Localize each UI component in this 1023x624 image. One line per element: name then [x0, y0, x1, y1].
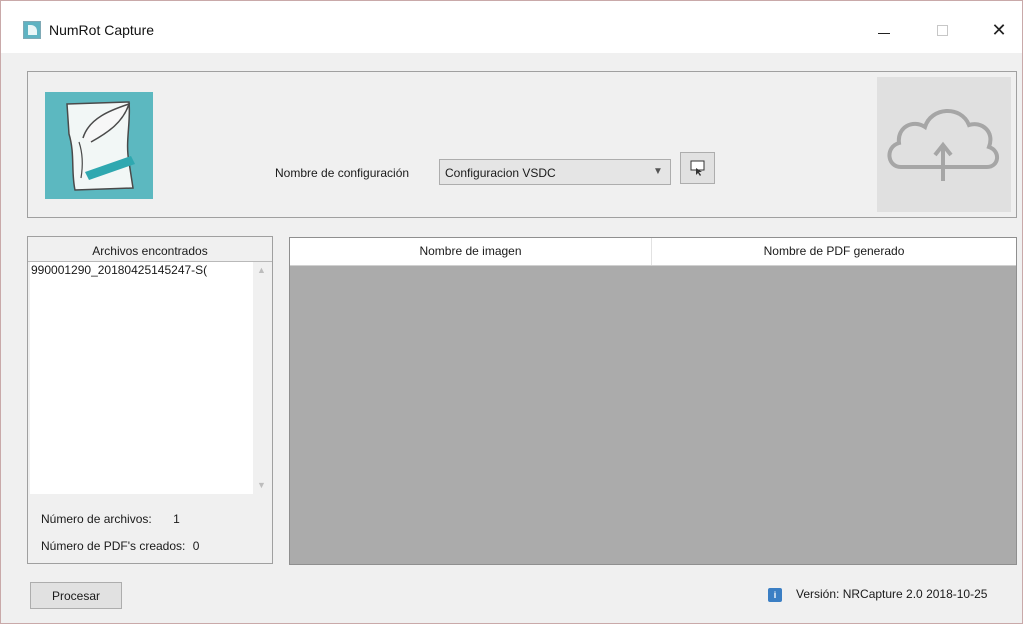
- app-window: NumRot Capture ✕ Nombre de configuración…: [0, 0, 1023, 624]
- version-text: Versión: NRCapture 2.0 2018-10-25: [796, 587, 988, 601]
- app-icon: [23, 21, 41, 39]
- config-label: Nombre de configuración: [275, 166, 410, 180]
- column-header-pdf-name[interactable]: Nombre de PDF generado: [652, 238, 1016, 265]
- files-panel: Archivos encontrados 990001290_201804251…: [27, 236, 273, 564]
- cloud-upload-panel: [877, 77, 1011, 212]
- results-grid[interactable]: Nombre de imagen Nombre de PDF generado: [289, 237, 1017, 565]
- process-button[interactable]: Procesar: [30, 582, 122, 609]
- maximize-button[interactable]: [919, 13, 965, 47]
- grid-header: Nombre de imagen Nombre de PDF generado: [290, 238, 1016, 266]
- title-bar[interactable]: NumRot Capture ✕: [1, 1, 1022, 53]
- pdf-count-value: 0: [192, 539, 200, 553]
- files-scrollbar[interactable]: ▲ ▼: [253, 262, 270, 494]
- pdf-count-row: Número de PDF's creados: 0: [41, 539, 199, 553]
- close-button[interactable]: ✕: [976, 13, 1022, 47]
- column-header-image-name[interactable]: Nombre de imagen: [290, 238, 652, 265]
- config-select[interactable]: Configuracion VSDC ▼: [439, 159, 671, 185]
- header-panel: Nombre de configuración Configuracion VS…: [27, 71, 1017, 218]
- minimize-button[interactable]: [861, 13, 907, 47]
- config-select-value: Configuracion VSDC: [445, 166, 556, 180]
- numrot-logo: [45, 92, 153, 199]
- file-count-row: Número de archivos: 1: [41, 512, 180, 526]
- config-capture-button[interactable]: [680, 152, 715, 184]
- maximize-icon: [936, 24, 948, 36]
- screen-capture-icon: [690, 160, 704, 176]
- info-icon: i: [768, 588, 782, 602]
- numrot-logo-graphic: [66, 101, 135, 191]
- cloud-upload-icon: [887, 109, 999, 181]
- chevron-down-icon: ▼: [653, 166, 663, 177]
- scroll-down-icon[interactable]: ▼: [253, 477, 270, 494]
- pdf-count-label: Número de PDF's creados:: [41, 539, 186, 553]
- scroll-up-icon[interactable]: ▲: [253, 262, 270, 279]
- files-list[interactable]: 990001290_20180425145247-S( ▲ ▼: [30, 262, 270, 494]
- close-icon: ✕: [991, 19, 1007, 40]
- minimize-icon: [878, 32, 890, 34]
- files-panel-title: Archivos encontrados: [28, 237, 272, 262]
- file-count-value: 1: [173, 512, 180, 526]
- file-count-label: Número de archivos:: [41, 512, 152, 526]
- list-item[interactable]: 990001290_20180425145247-S(: [31, 263, 237, 277]
- window-title: NumRot Capture: [49, 22, 155, 38]
